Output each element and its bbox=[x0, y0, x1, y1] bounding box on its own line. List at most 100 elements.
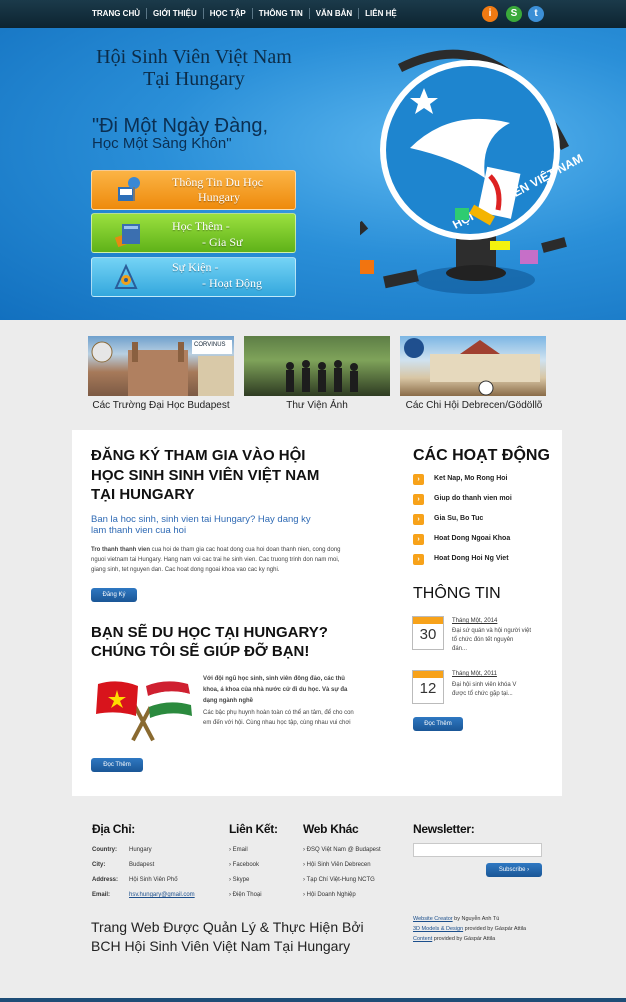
nav-item-home[interactable]: TRANG CHỦ bbox=[86, 8, 147, 19]
study-bold-line1: Với đội ngũ học sinh, sinh viên đông đảo… bbox=[203, 676, 345, 682]
tutoring-button[interactable]: Học Thêm - - Gia Sư bbox=[91, 213, 296, 253]
activity-item[interactable]: › Gia Su, Bo Tuc bbox=[413, 513, 553, 527]
footer-link-label: Facebook bbox=[232, 862, 260, 868]
hero-banner: Hội Sinh Viên Việt Nam Tại Hungary "Đi M… bbox=[0, 28, 626, 320]
footer-link-label: Điện Thoại bbox=[232, 892, 262, 898]
nav-item-contact[interactable]: LIÊN HỆ bbox=[359, 8, 403, 19]
activity-label: Ket Nap, Mo Rong Hoi bbox=[434, 475, 508, 482]
arrow-icon: › bbox=[413, 494, 424, 505]
footer-link-label: Skype bbox=[232, 877, 250, 883]
register-subtitle-line2: lam thanh vien cua hoi bbox=[91, 525, 187, 536]
subscribe-button[interactable]: Subscribe › bbox=[486, 863, 542, 877]
address-value: Hungary bbox=[129, 847, 152, 853]
credit-line: 3D Models & Design provided by Gáspár At… bbox=[413, 926, 526, 932]
news-text-line2: được tổ chức gặp tại... bbox=[452, 691, 513, 697]
chapters-image[interactable] bbox=[400, 336, 546, 396]
activity-item[interactable]: › Hoat Dong Hoi Ng Viet bbox=[413, 553, 553, 567]
info-icon[interactable]: i bbox=[482, 6, 498, 22]
footer-web-link[interactable]: › Hội Sinh Viên Debrecen bbox=[303, 862, 371, 868]
footer-web-heading: Web Khác bbox=[303, 822, 359, 836]
skype-icon[interactable]: S bbox=[506, 6, 522, 22]
activity-item[interactable]: › Hoat Dong Ngoai Khoa bbox=[413, 533, 553, 547]
address-value: Budapest bbox=[129, 862, 155, 868]
credit-link[interactable]: 3D Models & Design bbox=[413, 926, 463, 932]
credit-link[interactable]: Website Creator bbox=[413, 916, 453, 922]
credit-text: provided by Gáspár Attila bbox=[432, 936, 496, 942]
news-text-line1: Đại sứ quán và hội người việt bbox=[452, 628, 532, 634]
chapter-building-photo bbox=[404, 338, 540, 396]
events-activities-button[interactable]: Sự Kiện - - Hoạt Động bbox=[91, 257, 296, 297]
hero-quote-line1: "Đi Một Ngày Đàng, bbox=[92, 115, 269, 137]
footer-link[interactable]: › Điện Thoại bbox=[229, 892, 262, 898]
footer-web-link[interactable]: › ĐSQ Việt Nam @ Budapest bbox=[303, 847, 381, 853]
site-title: Hội Sinh Viên Việt Nam Tại Hungary bbox=[84, 46, 304, 90]
register-body: Tro thanh thanh vien cua hoi de tham gia… bbox=[91, 545, 391, 555]
tagline-line1: Trang Web Được Quản Lý & Thực Hiện Bởi bbox=[91, 919, 364, 935]
activities-heading: CÁC HOẠT ĐỘNG bbox=[413, 447, 550, 464]
news-date[interactable]: Tháng Một, 2014 bbox=[452, 618, 497, 624]
activity-item[interactable]: › Ket Nap, Mo Rong Hoi bbox=[413, 473, 553, 487]
arrow-icon: › bbox=[413, 534, 424, 545]
photo-gallery-image[interactable] bbox=[244, 336, 390, 396]
group-photo bbox=[286, 360, 358, 392]
address-value: Hội Sinh Viên Phố bbox=[129, 877, 178, 883]
top-navigation-bar: TRANG CHỦ GIỚI THIỆU HỌC TẬP THÔNG TIN V… bbox=[0, 0, 626, 28]
news-text-line2: tổ chức đón tết nguyên bbox=[452, 637, 514, 643]
study-abroad-info-button[interactable]: Thông Tin Du Học Hungary bbox=[91, 170, 296, 210]
register-heading-line3: TẠI HUNGARY bbox=[91, 486, 195, 503]
button-line1: Học Thêm - bbox=[172, 219, 230, 233]
news-read-more-button[interactable]: Đọc Thêm bbox=[413, 717, 463, 731]
news-text-line1: Đại hội sinh viên khóa V bbox=[452, 682, 517, 688]
study-read-more-button[interactable]: Đọc Thêm bbox=[91, 758, 143, 772]
news-date[interactable]: Tháng Một, 2011 bbox=[452, 671, 497, 677]
credit-link[interactable]: Content bbox=[413, 936, 432, 942]
chapters-caption[interactable]: Các Chi Hội Debrecen/Gödöllõ bbox=[396, 400, 552, 411]
activity-label: Gia Su, Bo Tuc bbox=[434, 515, 484, 522]
footer-web-label: Hội Sinh Viên Debrecen bbox=[306, 862, 371, 868]
activity-item[interactable]: › Giup do thanh vien moi bbox=[413, 493, 553, 507]
register-subtitle-line1: Ban la hoc sinh, sinh vien tai Hungary? … bbox=[91, 514, 311, 525]
button-line1: Thông Tin Du Học bbox=[172, 175, 264, 189]
site-title-line1: Hội Sinh Viên Việt Nam bbox=[96, 46, 292, 68]
credit-line: Website Creator by Nguyễn Anh Tú bbox=[413, 916, 499, 922]
nav-item-info[interactable]: THÔNG TIN bbox=[253, 8, 310, 19]
calendar-icon: 30 bbox=[412, 616, 444, 650]
calendar-day: 30 bbox=[419, 626, 437, 643]
calendar-day: 12 bbox=[419, 680, 437, 697]
corvinus-label: CORVINUS bbox=[194, 342, 226, 348]
footer-web-link[interactable]: › Hội Doanh Nghiệp bbox=[303, 892, 356, 898]
button-line2: Hungary bbox=[198, 190, 240, 204]
study-heading-line2: CHÚNG TÔI SẼ GIÚP ĐỠ BẠN! bbox=[91, 643, 310, 660]
compass-icon bbox=[114, 263, 138, 289]
nav-item-documents[interactable]: VĂN BẢN bbox=[310, 8, 360, 19]
nav-item-about[interactable]: GIỚI THIỆU bbox=[147, 8, 204, 19]
activity-label: Hoat Dong Hoi Ng Viet bbox=[434, 555, 509, 562]
subscribe-label: Subscribe bbox=[498, 867, 526, 873]
register-button[interactable]: Đăng Ký bbox=[91, 588, 137, 602]
footer-link[interactable]: › Email bbox=[229, 847, 248, 853]
footer-address-heading: Địa Chỉ: bbox=[92, 822, 135, 836]
study-line5: em đến với hội. Cùng nhau học tập, cùng … bbox=[203, 720, 351, 726]
credit-text: provided by Gáspár Attila bbox=[463, 926, 527, 932]
footer-link[interactable]: › Facebook bbox=[229, 862, 259, 868]
activity-label: Giup do thanh vien moi bbox=[434, 495, 512, 502]
vietnam-hungary-flags-image bbox=[96, 681, 192, 742]
newsletter-email-input[interactable] bbox=[413, 843, 542, 857]
gallery-caption[interactable]: Thư Viện Ảnh bbox=[244, 400, 390, 411]
main-nav: TRANG CHỦ GIỚI THIỆU HỌC TẬP THÔNG TIN V… bbox=[86, 8, 403, 19]
universities-image[interactable]: CORVINUS bbox=[88, 336, 234, 396]
email-link[interactable]: hsv.hungary@gmail.com bbox=[129, 892, 195, 898]
footer-tagline: Trang Web Được Quản Lý & Thực Hiện Bởi B… bbox=[91, 918, 364, 956]
footer-web-link[interactable]: › Tạp Chí Việt-Hung NCTG bbox=[303, 877, 375, 883]
register-heading-line2: HỌC SINH SINH VIÊN VIỆT NAM bbox=[91, 467, 320, 484]
twitter-icon[interactable]: t bbox=[528, 6, 544, 22]
button-line1: Sự Kiện - bbox=[172, 260, 219, 274]
footer-web-label: ĐSQ Việt Nam @ Budapest bbox=[306, 847, 381, 853]
universities-caption[interactable]: Các Trường Đại Học Budapest bbox=[88, 400, 234, 411]
credit-text: by Nguyễn Anh Tú bbox=[452, 916, 500, 922]
arrow-icon: › bbox=[527, 867, 530, 873]
nav-item-study[interactable]: HỌC TẬP bbox=[204, 8, 253, 19]
tagline-line2: BCH Hội Sinh Viên Việt Nam Tại Hungary bbox=[91, 938, 351, 954]
footer-link[interactable]: › Skype bbox=[229, 877, 249, 883]
register-body-line3: giang sinh, tet nguyen dan. Cac hoat don… bbox=[91, 567, 280, 573]
